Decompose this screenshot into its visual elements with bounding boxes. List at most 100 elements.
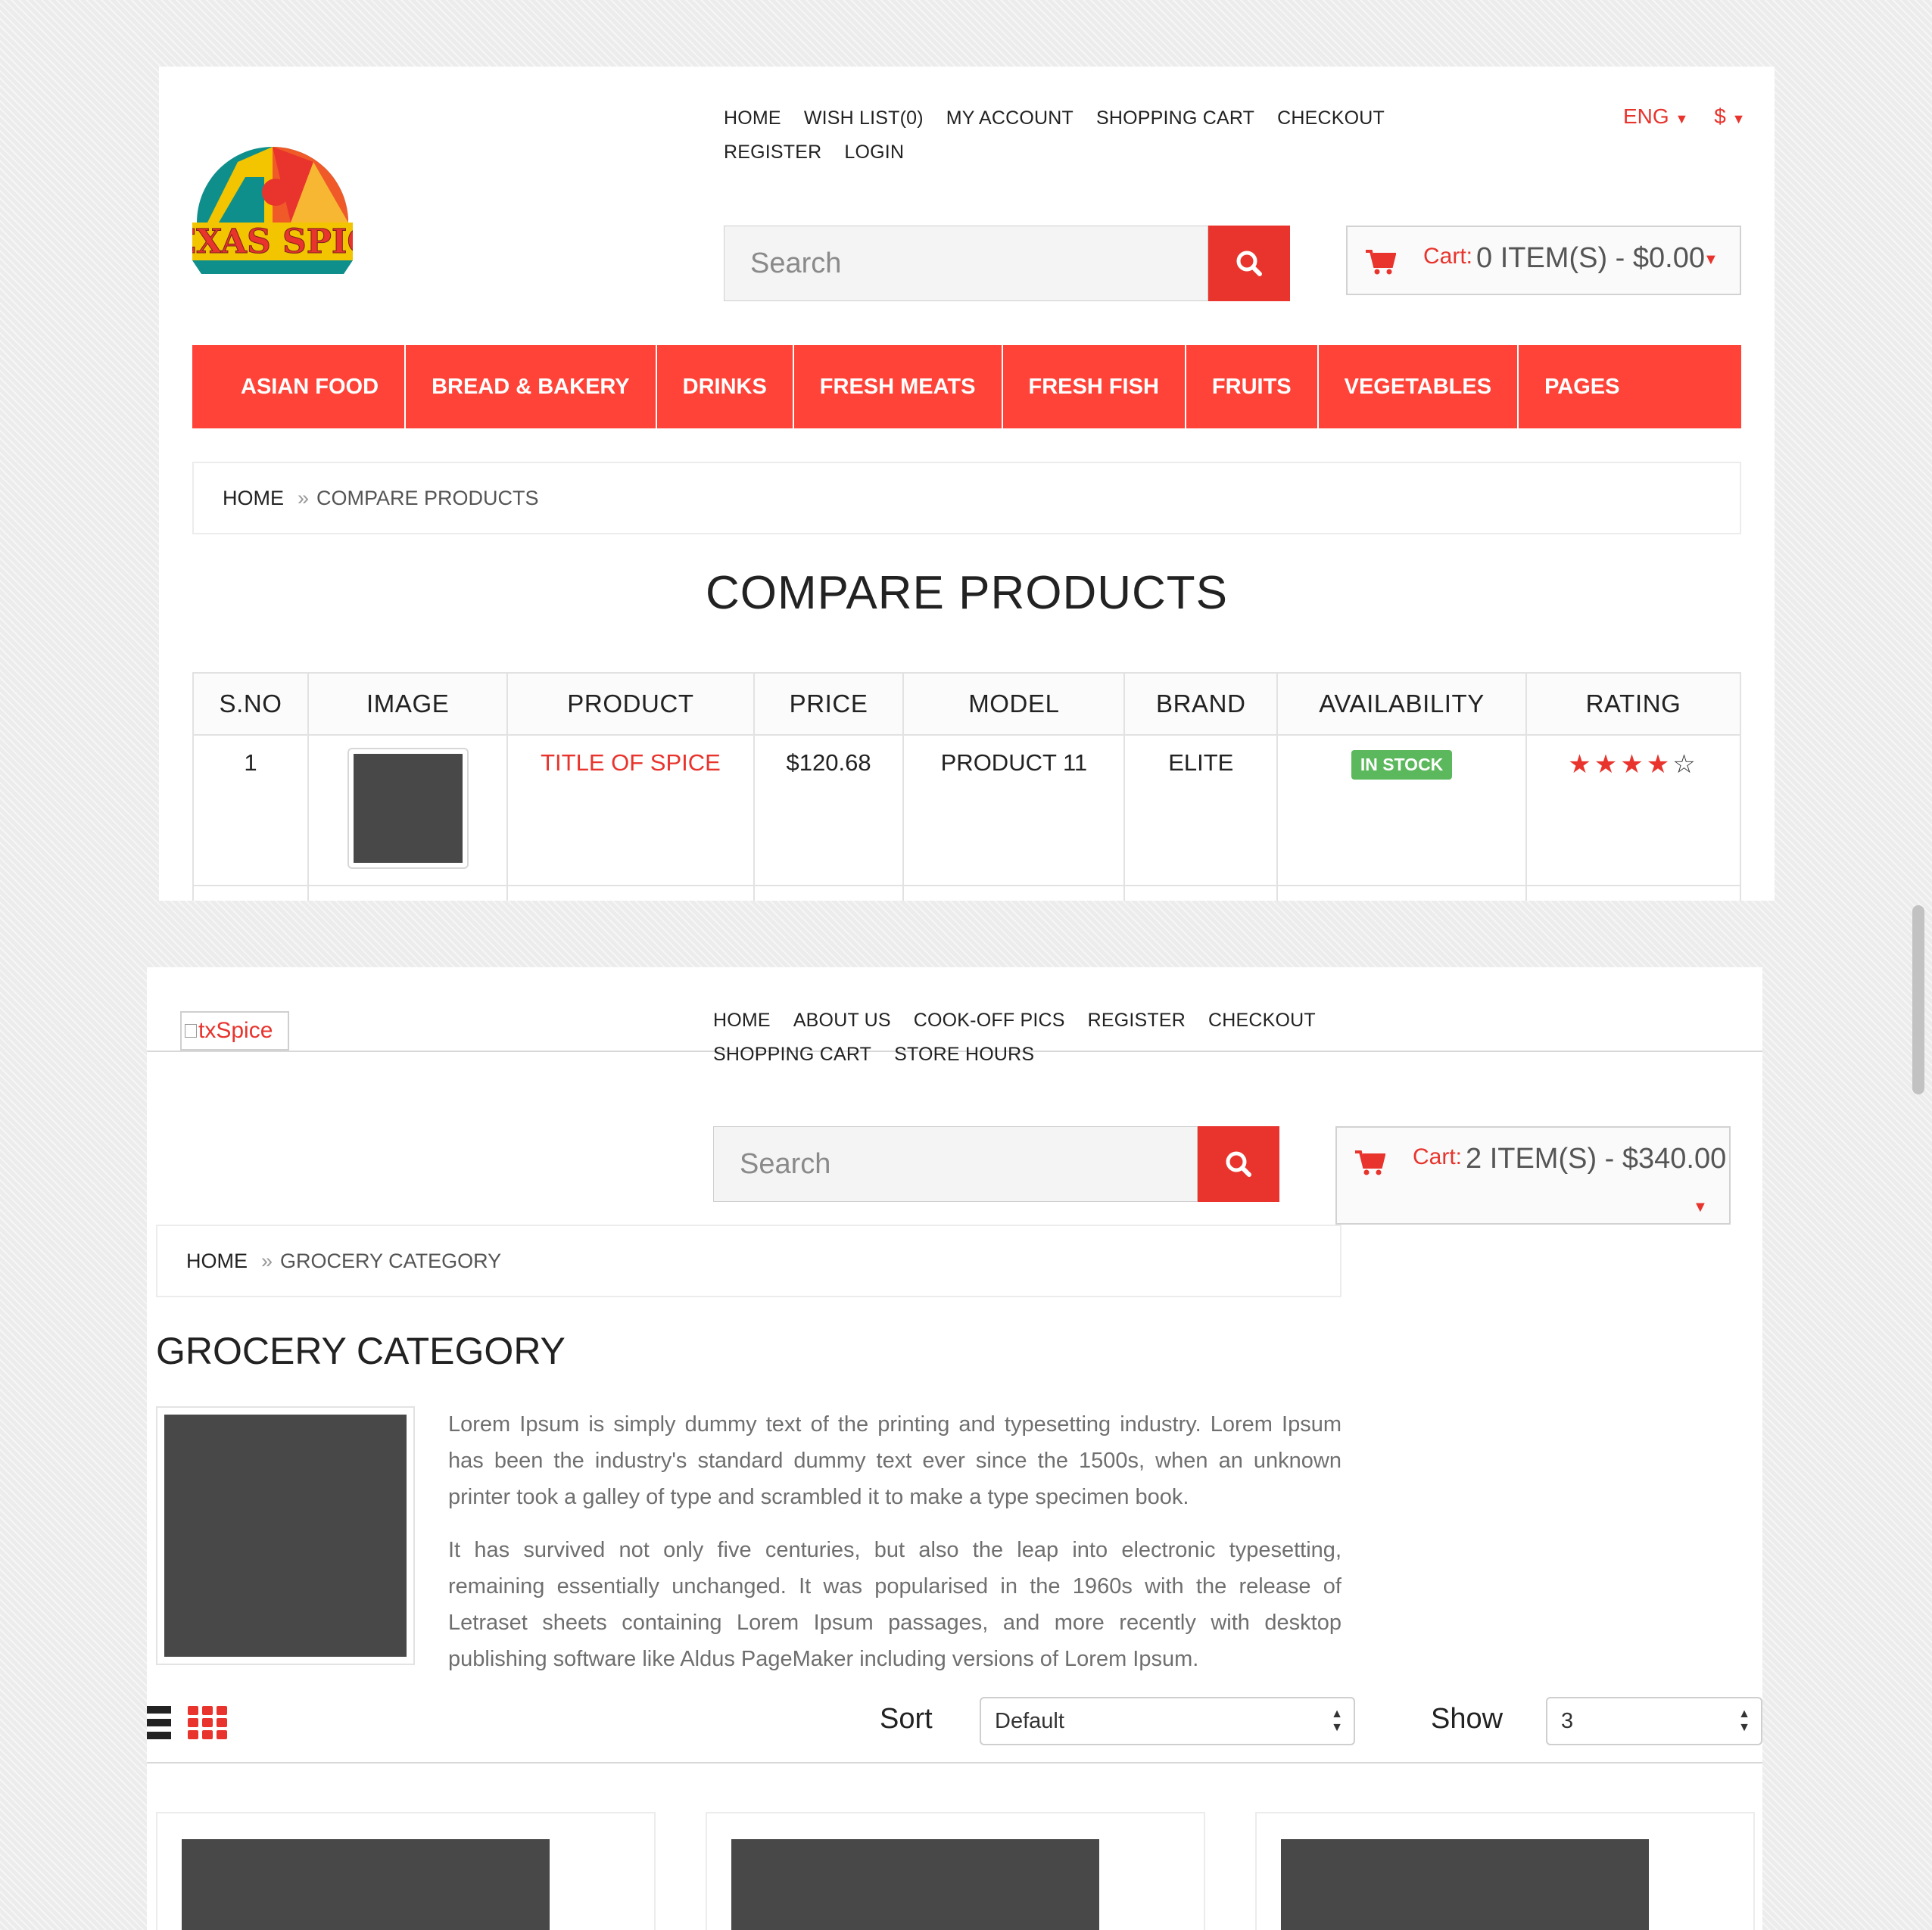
nav-home[interactable]: HOME [724,107,781,129]
column-header-image: IMAGE [307,672,509,736]
breadcrumb-home[interactable]: HOME [223,487,284,510]
product-image-placeholder [1281,1839,1649,1930]
search-bar [724,226,1290,303]
list-view-icon [147,1706,171,1739]
breadcrumb-separator: » [261,1249,273,1272]
nav-login[interactable]: LOGIN [844,142,904,163]
search-input[interactable] [724,226,1208,301]
show-select[interactable]: 3 ▲ ▼ [1546,1697,1762,1745]
currency-dropdown[interactable]: $ ▼ [1714,104,1745,129]
category-fresh-fish[interactable]: FRESH FISH [1003,345,1186,428]
cart-label: Cart: [1423,244,1473,269]
chevron-down-icon: ▼ [1731,111,1746,126]
top-navigation: HOME ABOUT US COOK-OFF PICS REGISTER CHE… [713,1010,1455,1066]
search-input[interactable] [713,1126,1198,1202]
nav-checkout[interactable]: CHECKOUT [1208,1010,1316,1032]
cell-image [307,734,509,886]
cart-summary: 2 ITEM(S) - $340.00 [1466,1143,1727,1175]
shopping-cart-icon [1355,1150,1385,1175]
select-arrows-icon: ▲ ▼ [1331,1707,1343,1734]
texas-spice-logo[interactable]: TEXAS SPICE [159,109,400,275]
search-icon [1226,1151,1251,1177]
page-title: COMPARE PRODUCTS [705,567,1228,619]
breadcrumb: HOME » GROCERY CATEGORY [156,1225,1341,1297]
column-header-rating: RATING [1525,672,1741,736]
select-arrows-icon: ▲ ▼ [1738,1707,1750,1734]
category-pages[interactable]: PAGES [1519,345,1645,428]
grid-view-button[interactable] [188,1706,229,1739]
product-image-placeholder [182,1839,550,1930]
grid-view-icon [188,1706,227,1739]
search-button[interactable] [1208,226,1290,301]
page-title: GROCERY CATEGORY [156,1330,566,1372]
cart-dropdown[interactable]: Cart: 0 ITEM(S) - $0.00 ▼ [1346,226,1741,295]
category-description: Lorem Ipsum is simply dummy text of the … [448,1406,1341,1694]
search-icon [1236,251,1262,276]
column-header-product: PRODUCT [506,672,755,736]
table-header-row: S.NO IMAGE PRODUCT PRICE MODEL BRAND AVA… [192,672,1741,736]
locale-switchers: ENG ▼ $ ▼ [1623,104,1745,129]
nav-register[interactable]: REGISTER [1088,1010,1186,1032]
nav-wish-list[interactable]: WISH LIST(0) [804,107,924,129]
compare-products-page: TEXAS SPICE HOME WISH LIST(0) MY ACCOUNT… [159,67,1775,901]
svg-text:TEXAS SPICE: TEXAS SPICE [192,223,353,261]
product-card[interactable] [1255,1812,1755,1930]
list-view-button[interactable] [147,1706,171,1739]
cell-model: PRODUCT 11 [902,734,1126,886]
cell-availability: IN STOCK [1276,734,1528,886]
column-header-sno: S.NO [192,672,310,736]
category-bread-bakery[interactable]: BREAD & BAKERY [406,345,657,428]
page-scrollbar[interactable] [1912,905,1924,1094]
search-bar [713,1126,1279,1203]
product-title-link[interactable]: TITLE OF SPICE [541,749,721,776]
grocery-category-page: txSpice HOME ABOUT US COOK-OFF PICS REGI… [147,967,1762,1930]
breadcrumb-home[interactable]: HOME [186,1250,248,1273]
shopping-cart-icon [1366,250,1396,275]
product-card[interactable] [156,1812,656,1930]
breadcrumb-separator: » [298,486,310,509]
nav-checkout[interactable]: CHECKOUT [1277,107,1385,129]
nav-about-us[interactable]: ABOUT US [793,1010,891,1032]
category-fresh-meats[interactable]: FRESH MEATS [794,345,1003,428]
in-stock-badge: IN STOCK [1351,750,1453,780]
nav-register[interactable]: REGISTER [724,142,821,163]
category-image-placeholder [164,1415,407,1657]
broken-logo-image[interactable]: txSpice [180,1011,289,1051]
column-header-model: MODEL [902,672,1126,736]
category-asian-food[interactable]: ASIAN FOOD [192,345,407,428]
show-label: Show [1431,1703,1504,1735]
product-card[interactable] [706,1812,1205,1930]
table-row: 1 TITLE OF SPICE $120.68 PRODUCT 11 ELIT… [192,734,1741,886]
star-filled-icon: ★ [1594,750,1621,779]
cell-price: $120.68 [753,734,905,886]
cart-dropdown[interactable]: Cart: 2 ITEM(S) - $340.00 ▼ [1335,1126,1731,1225]
description-paragraph: It has survived not only five centuries,… [448,1538,1341,1671]
category-drinks[interactable]: DRINKS [657,345,794,428]
toolbar-divider [147,1762,1762,1763]
compare-table: S.NO IMAGE PRODUCT PRICE MODEL BRAND AVA… [192,672,1741,901]
star-filled-icon: ★ [1568,750,1594,779]
sort-select[interactable]: Default ▲ ▼ [980,1697,1355,1745]
product-thumbnail[interactable] [347,748,469,869]
column-header-availability: AVAILABILITY [1276,672,1528,736]
search-button[interactable] [1198,1126,1279,1202]
breadcrumb-current: GROCERY CATEGORY [280,1249,502,1272]
chevron-down-icon: ▼ [1675,111,1689,126]
chevron-down-icon: ▼ [1693,1199,1708,1216]
nav-my-account[interactable]: MY ACCOUNT [946,107,1074,129]
nav-shopping-cart[interactable]: SHOPPING CART [713,1044,871,1066]
language-dropdown[interactable]: ENG ▼ [1623,104,1688,129]
show-selected-value: 3 [1561,1708,1574,1733]
nav-home[interactable]: HOME [713,1010,771,1032]
category-vegetables[interactable]: VEGETABLES [1319,345,1519,428]
nav-store-hours[interactable]: STORE HOURS [894,1044,1034,1066]
product-image-placeholder [731,1839,1099,1930]
category-fruits[interactable]: FRUITS [1186,345,1319,428]
star-empty-icon: ☆ [1672,750,1699,779]
nav-shopping-cart[interactable]: SHOPPING CART [1096,107,1254,129]
breadcrumb-current: COMPARE PRODUCTS [316,486,539,509]
top-navigation: HOME WISH LIST(0) MY ACCOUNT SHOPPING CA… [724,107,1466,163]
cell-sno: 1 [192,734,310,886]
star-filled-icon: ★ [1646,750,1673,779]
nav-cook-off-pics[interactable]: COOK-OFF PICS [914,1010,1065,1032]
